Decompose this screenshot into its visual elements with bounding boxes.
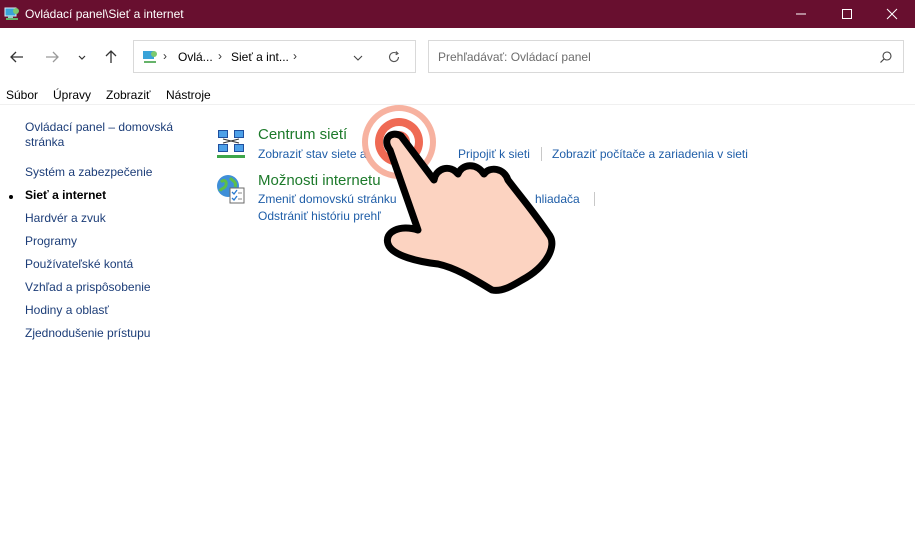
minimize-icon <box>796 13 806 15</box>
navigation-bar: › Ovlá... › Sieť a int... › Prehľadávať:… <box>0 28 915 84</box>
menu-file[interactable]: Súbor <box>6 88 38 102</box>
sidebar-item-appearance[interactable]: Vzhľad a prispôsobenie <box>25 280 151 295</box>
sidebar-item-control-panel-home[interactable]: Ovládací panel – domovská <box>25 120 173 135</box>
menu-tools[interactable]: Nástroje <box>166 88 211 102</box>
sidebar-item-system-security[interactable]: Systém a zabezpečenie <box>25 165 152 180</box>
internet-options-icon[interactable] <box>215 173 247 205</box>
chevron-right-icon[interactable]: › <box>293 49 297 63</box>
arrow-left-icon <box>10 51 23 63</box>
sidebar-item-control-panel-home-cont[interactable]: stránka <box>25 135 64 150</box>
arrow-right-icon <box>46 51 59 63</box>
window-title: Ovládací panel\Sieť a internet <box>25 7 184 21</box>
network-center-icon[interactable] <box>215 128 247 160</box>
search-icon[interactable] <box>879 50 893 64</box>
search-input[interactable]: Prehľadávať: Ovládací panel <box>428 40 904 73</box>
maximize-button[interactable] <box>824 0 870 28</box>
arrow-up-icon <box>105 50 117 63</box>
minimize-button[interactable] <box>778 0 824 28</box>
network-center-title[interactable]: Centrum sietí <box>258 126 347 143</box>
back-button[interactable] <box>7 47 27 67</box>
refresh-icon[interactable] <box>387 50 401 64</box>
address-bar[interactable]: › Ovlá... › Sieť a int... › <box>133 40 416 73</box>
chevron-right-icon[interactable]: › <box>218 49 222 63</box>
menu-edit[interactable]: Úpravy <box>53 88 91 102</box>
sidebar-item-user-accounts[interactable]: Používateľské kontá <box>25 257 133 272</box>
chevron-right-icon: › <box>163 49 167 63</box>
sidebar-item-clock-region[interactable]: Hodiny a oblasť <box>25 303 109 318</box>
breadcrumb-control-panel[interactable]: Ovlá... <box>178 50 213 64</box>
active-bullet <box>9 195 13 199</box>
view-network-computers-link[interactable]: Zobraziť počítače a zariadenia v sieti <box>552 147 748 161</box>
up-button[interactable] <box>101 47 121 67</box>
view-network-status-link[interactable]: Zobraziť stav siete a <box>258 147 367 161</box>
sidebar-item-ease-of-access[interactable]: Zjednodušenie prístupu <box>25 326 150 341</box>
maximize-icon <box>842 9 852 19</box>
forward-button[interactable] <box>42 47 62 67</box>
sidebar-item-programs[interactable]: Programy <box>25 234 77 249</box>
tap-gesture-overlay <box>362 105 556 294</box>
close-button[interactable] <box>869 0 915 28</box>
title-bar: Ovládací panel\Sieť a internet <box>0 0 915 28</box>
control-panel-icon <box>143 51 157 63</box>
pointing-hand-icon <box>383 130 556 294</box>
link-separator <box>594 192 595 206</box>
menu-view[interactable]: Zobraziť <box>106 88 151 102</box>
breadcrumb-network[interactable]: Sieť a int... <box>231 50 289 64</box>
sidebar-item-network-internet: Sieť a internet <box>25 188 107 202</box>
sidebar: Ovládací panel – domovská stránka Systém… <box>0 106 200 543</box>
recent-locations-button[interactable] <box>76 47 96 67</box>
sidebar-item-hardware-sound[interactable]: Hardvér a zvuk <box>25 211 106 226</box>
control-panel-window: Ovládací panel\Sieť a internet › Ovlá...… <box>0 0 915 543</box>
chevron-down-icon[interactable] <box>352 52 364 64</box>
close-icon <box>886 8 898 20</box>
chevron-down-icon <box>78 55 86 60</box>
search-placeholder: Prehľadávať: Ovládací panel <box>438 50 591 64</box>
control-panel-icon <box>4 7 19 20</box>
